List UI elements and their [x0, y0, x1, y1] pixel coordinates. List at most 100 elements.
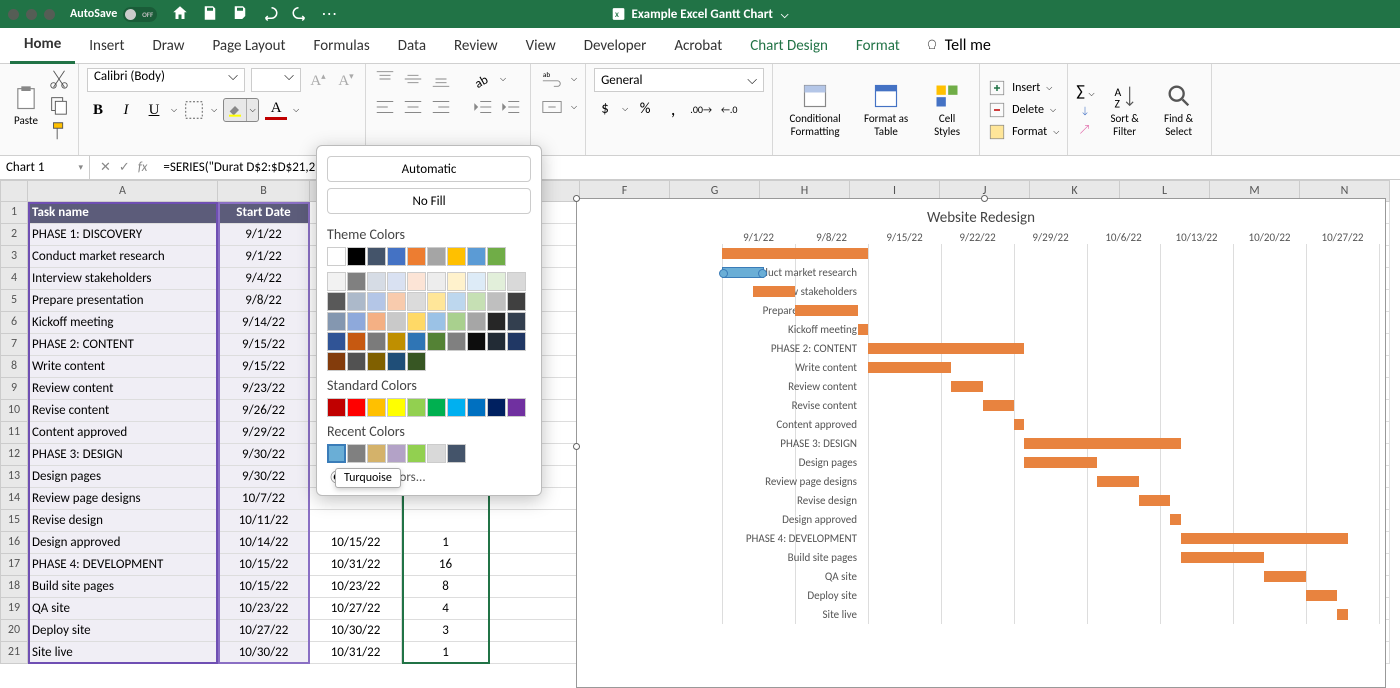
color-swatch[interactable]	[427, 292, 446, 311]
chart-task-row[interactable]: Kickoff meeting	[722, 320, 1385, 339]
color-swatch[interactable]	[447, 247, 466, 266]
color-swatch[interactable]	[427, 312, 446, 331]
chart-task-row[interactable]: PHASE 3: DESIGN	[722, 434, 1385, 453]
decrease-indent-icon[interactable]	[472, 96, 494, 118]
chart-task-row[interactable]: QA site	[722, 567, 1385, 586]
gantt-bar[interactable]	[1264, 571, 1306, 582]
cell-A15[interactable]: Revise design	[28, 510, 218, 532]
save-icon[interactable]	[201, 4, 219, 22]
cell-B5[interactable]: 9/8/22	[218, 290, 310, 312]
color-swatch[interactable]	[347, 247, 366, 266]
color-swatch[interactable]	[387, 352, 406, 371]
cell-B13[interactable]: 9/30/22	[218, 466, 310, 488]
row-header[interactable]: 17	[0, 554, 28, 576]
cell-C16[interactable]: 10/15/22	[310, 532, 402, 554]
undo-icon[interactable]	[261, 4, 279, 22]
cell-B17[interactable]: 10/15/22	[218, 554, 310, 576]
cell-A5[interactable]: Prepare presentation	[28, 290, 218, 312]
color-swatch[interactable]	[427, 272, 446, 291]
cell-B19[interactable]: 10/23/22	[218, 598, 310, 620]
color-swatch[interactable]	[447, 272, 466, 291]
color-swatch[interactable]	[367, 247, 386, 266]
color-swatch[interactable]	[367, 444, 386, 463]
align-middle-icon[interactable]	[402, 68, 424, 90]
bold-button[interactable]: B	[87, 102, 109, 119]
color-swatch[interactable]	[347, 272, 366, 291]
increase-indent-icon[interactable]	[500, 96, 522, 118]
color-swatch[interactable]	[467, 398, 486, 417]
insert-cells-button[interactable]: Insert⌵	[988, 79, 1059, 97]
color-swatch[interactable]	[327, 272, 346, 291]
row-header[interactable]: 15	[0, 510, 28, 532]
row-header[interactable]: 2	[0, 224, 28, 246]
confirm-formula-icon[interactable]: ✓	[119, 160, 130, 175]
color-swatch[interactable]	[347, 332, 366, 351]
gantt-bar[interactable]	[1014, 419, 1024, 430]
chart-task-row[interactable]: PHASE 4: DEVELOPMENT	[722, 529, 1385, 548]
cell-A11[interactable]: Content approved	[28, 422, 218, 444]
color-swatch[interactable]	[387, 247, 406, 266]
column-header-A[interactable]: A	[28, 180, 218, 202]
tell-me-search[interactable]: Tell me	[924, 36, 991, 55]
cell-B16[interactable]: 10/14/22	[218, 532, 310, 554]
number-format-select[interactable]: General⌵	[594, 68, 764, 92]
cell-E21[interactable]	[490, 642, 580, 664]
color-swatch[interactable]	[407, 272, 426, 291]
color-swatch[interactable]	[387, 312, 406, 331]
color-swatch[interactable]	[347, 312, 366, 331]
tab-formulas[interactable]: Formulas	[300, 29, 384, 63]
color-swatch[interactable]	[507, 332, 526, 351]
color-swatch[interactable]	[467, 312, 486, 331]
document-title[interactable]: X Example Excel Gantt Chart ⌵	[612, 7, 789, 22]
tab-home[interactable]: Home	[10, 27, 75, 64]
fill-color-button[interactable]: ⌵	[223, 98, 259, 122]
color-swatch[interactable]	[407, 332, 426, 351]
color-swatch[interactable]	[327, 292, 346, 311]
cell-A19[interactable]: QA site	[28, 598, 218, 620]
color-swatch[interactable]	[327, 247, 346, 266]
chart-task-row[interactable]: Design approved	[722, 510, 1385, 529]
chart-task-row[interactable]: Deploy site	[722, 586, 1385, 605]
color-swatch[interactable]	[427, 332, 446, 351]
maximize-window-icon[interactable]	[44, 9, 55, 20]
color-swatch[interactable]	[447, 312, 466, 331]
gantt-bar[interactable]	[868, 343, 1024, 354]
cell-D17[interactable]: 16	[402, 554, 490, 576]
color-swatch[interactable]	[407, 312, 426, 331]
chart-task-row[interactable]: Content approved	[722, 415, 1385, 434]
cell-D16[interactable]: 1	[402, 532, 490, 554]
chart-task-row[interactable]: PHASE 2: CONTENT	[722, 339, 1385, 358]
row-header[interactable]: 16	[0, 532, 28, 554]
cell-A12[interactable]: PHASE 3: DESIGN	[28, 444, 218, 466]
cell-B8[interactable]: 9/15/22	[218, 356, 310, 378]
row-header[interactable]: 11	[0, 422, 28, 444]
home-icon[interactable]	[171, 4, 189, 22]
chart-resize-handle[interactable]	[981, 195, 988, 202]
color-swatch[interactable]	[327, 444, 346, 463]
color-swatch[interactable]	[487, 272, 506, 291]
tab-chart-design[interactable]: Chart Design	[736, 29, 842, 63]
row-header[interactable]: 4	[0, 268, 28, 290]
color-swatch[interactable]	[507, 292, 526, 311]
cell-A9[interactable]: Review content	[28, 378, 218, 400]
color-swatch[interactable]	[387, 444, 406, 463]
color-swatch[interactable]	[367, 332, 386, 351]
gantt-bar[interactable]	[795, 305, 858, 316]
gantt-bar[interactable]	[722, 248, 868, 259]
cell-B3[interactable]: 9/1/22	[218, 246, 310, 268]
cell-A6[interactable]: Kickoff meeting	[28, 312, 218, 334]
color-swatch[interactable]	[367, 312, 386, 331]
color-swatch[interactable]	[387, 332, 406, 351]
color-swatch[interactable]	[487, 398, 506, 417]
delete-cells-button[interactable]: Delete⌵	[988, 101, 1059, 119]
color-swatch[interactable]	[387, 292, 406, 311]
cell-A3[interactable]: Conduct market research	[28, 246, 218, 268]
cell-C18[interactable]: 10/23/22	[310, 576, 402, 598]
color-swatch[interactable]	[387, 272, 406, 291]
color-swatch[interactable]	[467, 292, 486, 311]
cell-C19[interactable]: 10/27/22	[310, 598, 402, 620]
gantt-bar[interactable]	[1024, 457, 1097, 468]
cell-B11[interactable]: 9/29/22	[218, 422, 310, 444]
cell-A21[interactable]: Site live	[28, 642, 218, 664]
tab-developer[interactable]: Developer	[570, 29, 661, 63]
